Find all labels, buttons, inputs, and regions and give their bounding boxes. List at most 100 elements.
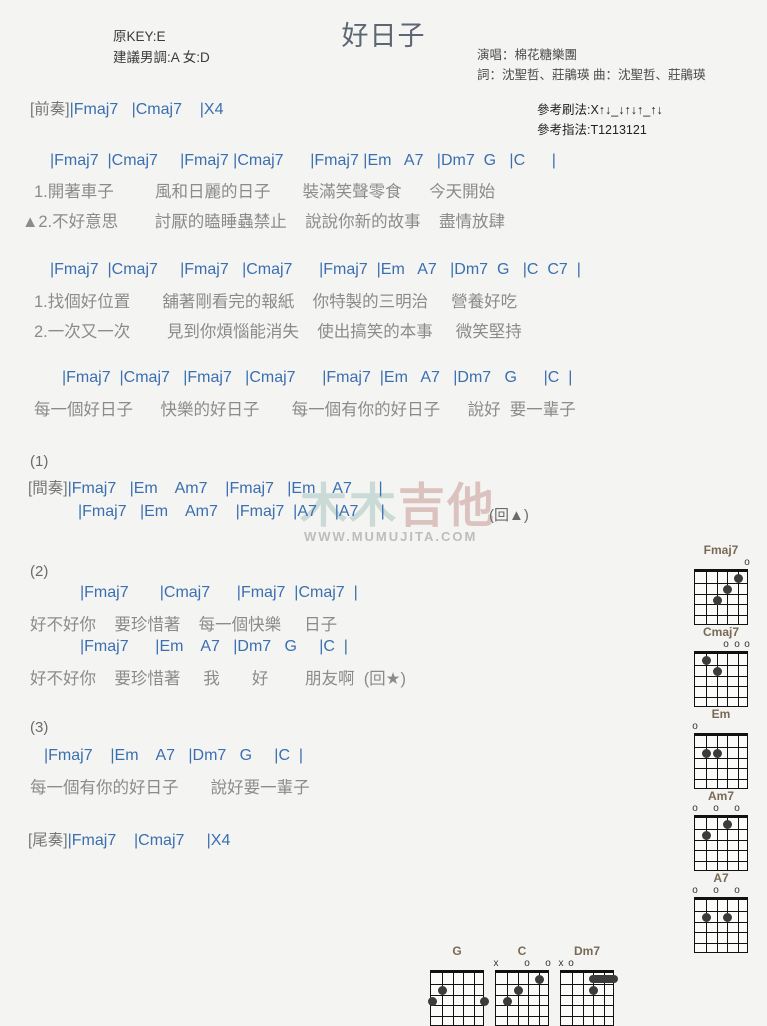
finger-dot [713,749,722,758]
open-string-icon: o [545,958,551,969]
open-mute-marks [430,959,484,970]
open-mute-marks: xoo [494,958,551,970]
verse2-lyric-1: 1.找個好位置 舖著剛看完的報紙 你特製的三明治 營養好吃 [34,293,518,311]
verse2-chords: |Fmaj7 |Cmaj7 |Fmaj7 |Cmaj7 |Fmaj7 |Em A… [50,261,581,278]
finger-dot [428,997,437,1006]
fretboard-grid [694,897,748,953]
open-string-icon: o [692,803,698,814]
chord-diagram-name: A7 [713,871,729,885]
open-string-icon: o [734,803,740,814]
intro-label: [前奏] [30,101,70,118]
open-string-icon: o [692,885,698,896]
chorus-lyrics: 每一個好日子 快樂的好日子 每一個有你的好日子 說好 要一輩子 [34,401,576,419]
open-mute-marks: o [694,558,750,569]
finger-dot [438,986,447,995]
fretboard-grid [694,815,748,871]
finger-dot [535,975,544,984]
pattern-info: 參考刷法:X↑↓_↓↑↓↑_↑↓ 參考指法:T1213121 [537,100,663,140]
fretboard-grid [428,970,489,1026]
chord-diagram-cmaj7: Cmaj7 o o o [689,625,753,707]
finger-pattern: 參考指法:T1213121 [537,123,647,137]
verse2-lyric-2: 2.一次又一次 見到你煩惱能消失 使出搞笑的本事 微笑堅持 [34,323,522,341]
finger-dot [702,656,711,665]
chord-diagram-name: Cmaj7 [702,625,740,639]
verse1-chords: |Fmaj7 |Cmaj7 |Fmaj7 |Cmaj7 |Fmaj7 |Em A… [50,152,556,169]
chord-diagram-fmaj7: Fmaj7 o [689,543,753,625]
chorus-chords: |Fmaj7 |Cmaj7 |Fmaj7 |Cmaj7 |Fmaj7 |Em A… [62,369,573,386]
outro-row: [尾奏]|Fmaj7 |Cmaj7 |X4 [28,828,230,850]
chord-diagram-c: Cx o o [490,944,554,1026]
chord-diagram-name: C [517,944,527,958]
finger-dot [723,820,732,829]
chord-diagram-name: Fmaj7 [703,543,739,557]
section1-number: (1) [30,453,49,470]
interlude-label: [間奏] [28,480,68,497]
section1-chords-1: |Fmaj7 |Em Am7 |Fmaj7 |Em A7 | [67,480,383,497]
open-mute-marks: o [692,722,748,733]
chord-diagram-em: Em o [689,707,753,789]
section2-number: (2) [30,563,49,580]
open-string-icon: o [723,639,729,650]
fretboard-grid [694,569,748,625]
open-mute-marks: ooo [692,803,748,815]
section3-lyrics: 每一個有你的好日子 說好要一輩子 [30,779,310,797]
suggested-key: 建議男調:A 女:D [113,50,210,65]
section2-chords-1: |Fmaj7 |Cmaj7 |Fmaj7 |Cmaj7 | [80,584,358,601]
open-string-icon: o [744,639,750,650]
finger-dot [702,749,711,758]
chord-diagram-a7: A7 o o o [689,871,753,953]
finger-dot [503,997,512,1006]
fretboard-grid [495,970,549,1026]
open-string-icon: o [713,885,719,896]
intro-chords: |Fmaj7 |Cmaj7 |X4 [69,101,224,118]
open-string-icon: o [734,885,740,896]
intro-row: [前奏]|Fmaj7 |Cmaj7 |X4 [30,97,223,119]
fretboard-grid [694,651,748,707]
watermark-cn-right: 吉他 [398,479,496,532]
outro-chords: |Fmaj7 |Cmaj7 |X4 [67,832,231,849]
open-mute-marks: xo [559,958,614,970]
original-key: 原KEY:E [113,29,166,44]
finger-dot [589,986,598,995]
finger-dot [723,913,732,922]
finger-dot [514,986,523,995]
finger-dot [723,585,732,594]
finger-dot [713,596,722,605]
open-mute-marks: ooo [694,639,750,651]
section3-chords: |Fmaj7 |Em A7 |Dm7 G |C | [44,747,304,764]
chord-diagram-am7: Am7 o o o [689,789,753,871]
credits: 演唱：棉花糖樂團 詞：沈聖哲、莊鵑瑛 曲：沈聖哲、莊鵑瑛 [477,45,705,85]
open-string-icon: o [744,557,750,568]
outro-label: [尾奏] [28,832,68,849]
watermark-url: WWW.MUMUJITA.COM [304,529,478,544]
finger-dot [734,574,743,583]
open-string-icon: o [568,958,574,969]
chord-diagram-dm7: Dm7 x o [555,944,619,1026]
section1-repeat-note: (回▲) [489,507,529,524]
chord-diagram-name: Dm7 [573,944,600,958]
section1-row-1: [間奏]|Fmaj7 |Em Am7 |Fmaj7 |Em A7 | [28,476,383,498]
singer: 演唱：棉花糖樂團 [477,48,578,62]
chord-diagram-name: Am7 [707,789,734,803]
open-mute-marks: ooo [692,885,748,897]
mute-string-icon: x [493,958,499,969]
fretboard-grid [694,733,748,789]
key-info: 原KEY:E 建議男調:A 女:D [113,26,210,68]
mute-string-icon: x [558,958,564,969]
chord-diagram-name: Em [711,707,731,721]
finger-dot [480,997,489,1006]
finger-dot [702,831,711,840]
finger-dot [702,913,711,922]
section1-chords-2: |Fmaj7 |Em Am7 |Fmaj7 |A7 |A7 | [78,503,385,520]
section2-lyric-2: 好不好你 要珍惜著 我 好 朋友啊 (回★) [30,670,406,688]
finger-dot [713,667,722,676]
section2-lyric-1: 好不好你 要珍惜著 每一個快樂 日子 [30,616,338,634]
verse1-lyric-2: ▲2.不好意思 討厭的瞌睡蟲禁止 說說你新的故事 盡情放肆 [22,213,505,231]
chord-sheet: 好日子 原KEY:E 建議男調:A 女:D 演唱：棉花糖樂團 詞：沈聖哲、莊鵑瑛… [0,0,767,1026]
verse1-lyric-1: 1.開著車子 風和日麗的日子 裝滿笑聲零食 今天開始 [34,183,496,201]
open-string-icon: o [524,958,530,969]
section2-chords-2: |Fmaj7 |Em A7 |Dm7 G |C | [80,638,348,655]
chord-diagram-name: G [452,944,462,958]
strum-pattern: 參考刷法:X↑↓_↓↑↓↑_↑↓ [537,103,663,117]
fretboard-grid [560,970,618,1026]
